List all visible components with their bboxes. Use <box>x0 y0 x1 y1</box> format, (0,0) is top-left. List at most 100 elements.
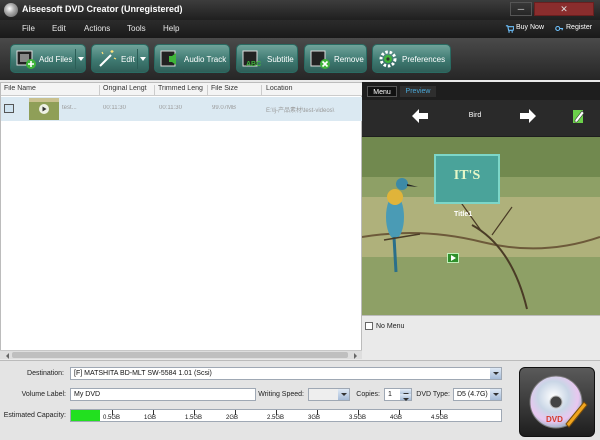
capacity-bar: 0.5GB 1GB 1.5GB 2GB 2.5GB 3GB 3.5GB 4GB 4.5GB <box>70 409 502 422</box>
no-menu-checkbox[interactable] <box>365 322 373 330</box>
writing-speed-select[interactable] <box>308 388 350 401</box>
scroll-right-arrow[interactable] <box>354 353 360 359</box>
estimated-capacity-label: Estimated Capacity: <box>3 412 66 419</box>
column-file-name[interactable]: File Name <box>4 85 100 96</box>
preferences-button[interactable]: Preferences <box>372 44 451 73</box>
menu-tools[interactable]: Tools <box>127 24 146 33</box>
column-location[interactable]: Location <box>266 85 362 96</box>
preview-panel: Menu Preview Bird IT'S Title1 No Menu <box>362 82 600 360</box>
toolbar: Add Files Edit Audio Track ABC Subtitle … <box>0 38 600 80</box>
audio-film-icon <box>160 50 176 67</box>
cart-icon <box>505 25 514 33</box>
remove-label: Remove <box>334 55 364 64</box>
add-files-button[interactable]: Add Files <box>10 44 86 73</box>
audio-track-label: Audio Track <box>184 55 227 64</box>
writing-speed-label: Writing Speed: <box>258 391 304 398</box>
row-trimmed-length: 00:11:30 <box>159 105 182 111</box>
minimize-button[interactable]: ─ <box>510 2 532 16</box>
volume-label-label: Volume Label: <box>21 391 66 398</box>
subtitle-icon: ABC <box>242 50 261 68</box>
arrow-left-icon[interactable] <box>412 109 428 123</box>
close-button[interactable]: ✕ <box>534 2 594 16</box>
edit-button[interactable]: Edit <box>91 44 149 73</box>
remove-film-icon <box>310 50 330 69</box>
film-add-icon <box>16 50 36 69</box>
gear-icon <box>379 50 397 68</box>
capacity-used-fill <box>71 410 100 421</box>
dvd-type-select[interactable]: D5 (4.7G) <box>453 388 502 401</box>
destination-select[interactable]: [F] MATSHITA BD-MLT SW-5584 1.01 (Scsi) <box>70 367 502 380</box>
column-trimmed-length[interactable]: Trimmed Leng <box>158 85 208 96</box>
row-file-name: test... <box>62 105 77 111</box>
volume-label-input[interactable]: My DVD <box>70 388 256 401</box>
title1-label[interactable]: Title1 <box>454 211 472 218</box>
file-list-header: File Name Original Lengt Trimmed Leng Fi… <box>1 83 363 96</box>
capacity-tick-label: 2.5GB <box>267 415 285 421</box>
subtitle-label: Subtitle <box>267 55 294 64</box>
menu-template-name: Bird <box>468 112 482 119</box>
capacity-tick-label: 3GB <box>308 415 321 421</box>
no-menu-section: No Menu <box>362 315 600 360</box>
row-file-size: 99.07MB <box>212 105 237 111</box>
play-icon <box>451 255 459 261</box>
scrollbar-thumb[interactable] <box>12 352 348 358</box>
menu-actions[interactable]: Actions <box>84 24 110 33</box>
audio-track-button[interactable]: Audio Track <box>154 44 230 73</box>
buy-now-link[interactable]: Buy Now <box>516 24 544 31</box>
svg-text:ABC: ABC <box>246 61 261 68</box>
disc-label: DVD <box>546 415 563 424</box>
edit-menu-icon[interactable] <box>572 108 586 124</box>
dvd-disc-icon: DVD <box>529 375 588 429</box>
scroll-left-arrow[interactable] <box>3 353 9 359</box>
tab-menu[interactable]: Menu <box>367 86 397 97</box>
subtitle-button[interactable]: ABC Subtitle <box>236 44 298 73</box>
remove-button[interactable]: Remove <box>304 44 367 73</box>
dvd-type-dropdown-arrow[interactable] <box>490 389 501 400</box>
capacity-tick-label: 3.5GB <box>349 415 367 421</box>
dvd-type-value: D5 (4.7G) <box>457 391 488 398</box>
column-file-size[interactable]: File Size <box>211 85 262 96</box>
title1-thumbnail[interactable]: IT'S <box>434 154 500 204</box>
horizontal-scrollbar[interactable] <box>0 350 362 359</box>
arrow-right-icon[interactable] <box>520 109 536 123</box>
column-original-length[interactable]: Original Lengt <box>103 85 155 96</box>
capacity-tick-label: 1GB <box>144 415 157 421</box>
row-checkbox[interactable] <box>4 104 14 113</box>
dvd-type-label: DVD Type: <box>416 391 450 398</box>
volume-label-value: My DVD <box>74 391 101 398</box>
title-bar: Aiseesoft DVD Creator (Unregistered) ─ ✕ <box>0 0 600 20</box>
burn-button[interactable]: DVD <box>519 367 595 437</box>
menu-bar: File Edit Actions Tools Help Buy Now Reg… <box>0 20 600 38</box>
magic-wand-icon <box>99 50 117 67</box>
menu-edit[interactable]: Edit <box>52 24 66 33</box>
menu-file[interactable]: File <box>22 24 35 33</box>
file-list: File Name Original Lengt Trimmed Leng Fi… <box>0 82 363 352</box>
output-settings: Destination: [F] MATSHITA BD-MLT SW-5584… <box>0 360 600 440</box>
register-link[interactable]: Register <box>566 24 592 31</box>
capacity-tick-label: 0.5GB <box>103 415 121 421</box>
destination-label: Destination: <box>27 370 64 377</box>
table-row[interactable]: test... 00:11:30 00:11:30 99.07MB E:\lj-… <box>1 97 363 121</box>
capacity-tick-label: 1.5GB <box>185 415 203 421</box>
copies-label: Copies: <box>356 391 380 398</box>
capacity-tick-label: 4GB <box>390 415 403 421</box>
key-icon <box>555 25 564 32</box>
edit-dropdown[interactable] <box>137 49 147 69</box>
app-logo-icon <box>4 3 18 17</box>
play-button[interactable] <box>447 253 459 263</box>
row-original-length: 00:11:30 <box>103 105 126 111</box>
copies-value: 1 <box>388 391 392 398</box>
destination-value: [F] MATSHITA BD-MLT SW-5584 1.01 (Scsi) <box>74 370 212 377</box>
destination-dropdown-arrow[interactable] <box>490 368 501 379</box>
tab-preview[interactable]: Preview <box>400 86 436 97</box>
copies-stepper[interactable]: 1 <box>384 388 412 401</box>
row-location: E:\lj-产品素材\test-videos\ <box>266 108 335 114</box>
add-files-dropdown[interactable] <box>75 49 85 69</box>
no-menu-label: No Menu <box>376 323 405 330</box>
menu-help[interactable]: Help <box>163 24 179 33</box>
edit-label: Edit <box>121 55 135 64</box>
writing-speed-dropdown-arrow[interactable] <box>338 389 349 400</box>
menu-preview-canvas: IT'S Title1 <box>362 137 600 315</box>
thumbnail-text: IT'S <box>453 168 481 183</box>
menu-template-nav: Bird <box>362 100 600 136</box>
